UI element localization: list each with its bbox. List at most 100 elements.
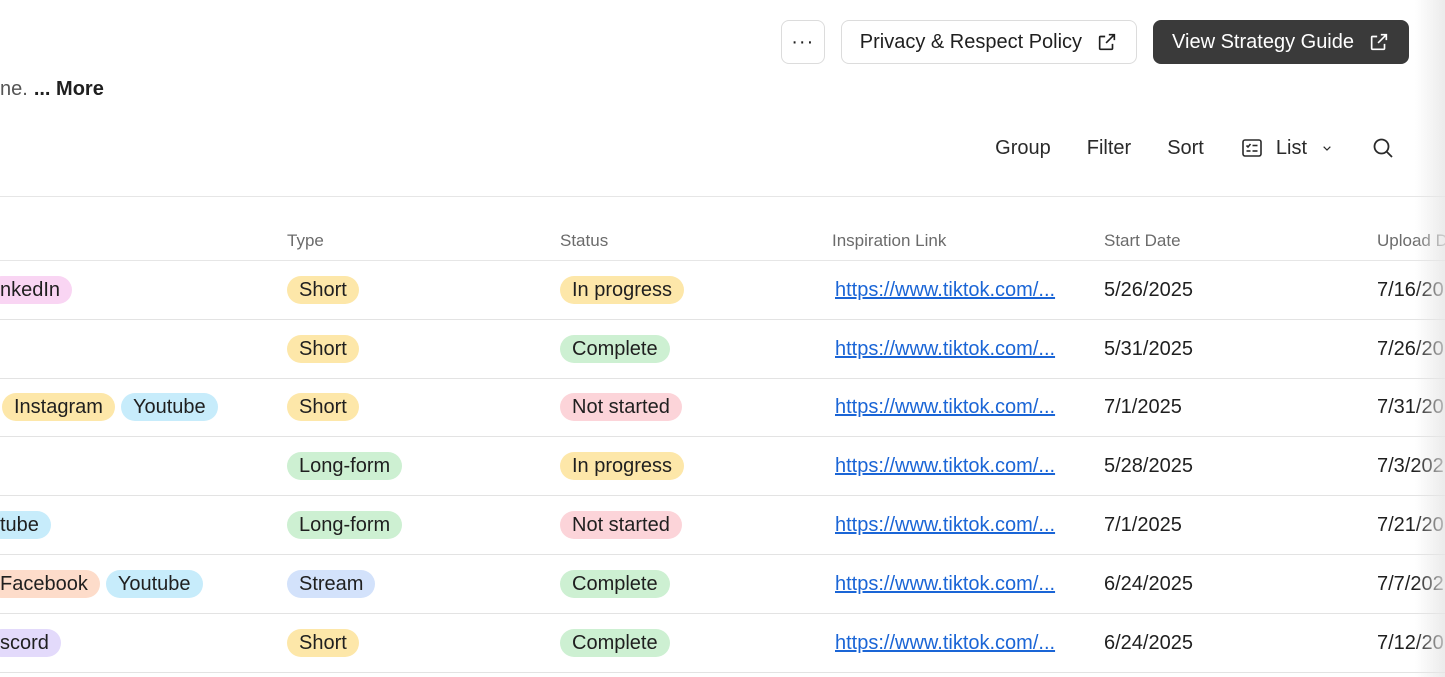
status-cell[interactable]: Complete	[560, 320, 676, 378]
type-tag: Short	[287, 629, 359, 657]
inspiration-link[interactable]: https://www.tiktok.com/...	[835, 573, 1067, 596]
start-date-cell[interactable]: 7/1/2025	[1104, 496, 1182, 554]
group-button[interactable]: Group	[995, 137, 1051, 160]
platforms-cell[interactable]: scord	[0, 614, 67, 672]
status-cell[interactable]: Not started	[560, 496, 688, 554]
column-header-upload-date[interactable]: Upload D	[1377, 231, 1445, 251]
upload-date-cell[interactable]: 7/16/20	[1377, 261, 1444, 319]
inspiration-link-cell: https://www.tiktok.com/...	[835, 320, 1067, 378]
status-badge: Not started	[560, 393, 682, 421]
type-cell[interactable]: Long-form	[287, 437, 408, 495]
platform-tag: Youtube	[120, 393, 218, 421]
type-cell[interactable]: Long-form	[287, 496, 408, 554]
table-header: Type Status Inspiration Link Start Date …	[0, 228, 1445, 261]
type-cell[interactable]: Short	[287, 261, 365, 319]
type-tag: Long-form	[287, 511, 403, 539]
type-tag: Short	[287, 393, 359, 421]
chevron-down-icon	[1323, 146, 1331, 151]
table-row[interactable]: tube Long-form Not started https://www.tikt…	[0, 496, 1445, 555]
list-view-icon	[1242, 139, 1262, 157]
table-row[interactable]: scord Short Complete https://www.tiktok.com…	[0, 614, 1445, 673]
platform-tag: scord	[0, 629, 61, 657]
column-header-start-date[interactable]: Start Date	[1104, 231, 1181, 251]
view-switcher[interactable]: List	[1240, 136, 1335, 160]
platforms-cell[interactable]: nkedIn	[0, 261, 78, 319]
upload-date-cell[interactable]: 7/31/20	[1377, 378, 1444, 436]
platform-tag: Instagram	[2, 393, 115, 421]
status-cell[interactable]: In progress	[560, 261, 690, 319]
upload-date-cell[interactable]: 7/12/20	[1377, 614, 1444, 672]
table-row[interactable]: Long-form In progress https://www.tiktok.c…	[0, 437, 1445, 496]
start-date-cell[interactable]: 5/31/2025	[1104, 320, 1193, 378]
type-tag: Short	[287, 276, 359, 304]
upload-date-cell[interactable]: 7/7/202	[1377, 555, 1444, 613]
privacy-policy-button[interactable]: Privacy & Respect Policy	[840, 20, 1138, 64]
inspiration-link[interactable]: https://www.tiktok.com/...	[835, 632, 1067, 655]
search-icon	[1373, 138, 1393, 158]
start-date-cell[interactable]: 7/1/2025	[1104, 378, 1182, 436]
header-divider	[0, 196, 1445, 197]
type-cell[interactable]: Short	[287, 320, 365, 378]
inspiration-link[interactable]: https://www.tiktok.com/...	[835, 396, 1067, 419]
table-row[interactable]: Facebook Youtube Stream Complete https://www…	[0, 555, 1445, 614]
external-link-icon	[1098, 33, 1116, 51]
status-badge: In progress	[560, 452, 685, 480]
more-options-button[interactable]: ···	[780, 20, 825, 64]
start-date-cell[interactable]: 5/28/2025	[1104, 437, 1193, 495]
platforms-cell[interactable]: tube	[0, 496, 57, 554]
inspiration-link-cell: https://www.tiktok.com/...	[835, 378, 1067, 436]
inspiration-link[interactable]: https://www.tiktok.com/...	[835, 455, 1067, 478]
filter-button[interactable]: Filter	[1087, 137, 1131, 160]
search-button[interactable]	[1371, 136, 1395, 160]
upload-date-cell[interactable]: 7/26/20	[1377, 320, 1444, 378]
type-tag: Long-form	[287, 452, 403, 480]
status-cell[interactable]: Complete	[560, 614, 676, 672]
inspiration-link[interactable]: https://www.tiktok.com/...	[835, 514, 1067, 537]
start-date-cell[interactable]: 6/24/2025	[1104, 614, 1193, 672]
status-cell[interactable]: In progress	[560, 437, 690, 495]
type-cell[interactable]: Short	[287, 614, 365, 672]
inspiration-link-cell: https://www.tiktok.com/...	[835, 614, 1067, 672]
inspiration-link[interactable]: https://www.tiktok.com/...	[835, 338, 1067, 361]
inspiration-link-cell: https://www.tiktok.com/...	[835, 261, 1067, 319]
table-row[interactable]: nkedIn Short In progress https://www.tiktok…	[0, 261, 1445, 320]
status-badge: In progress	[560, 276, 685, 304]
status-badge: Complete	[560, 335, 670, 363]
platform-tag: tube	[0, 511, 51, 539]
platform-tag: Youtube	[105, 570, 203, 598]
privacy-policy-label: Privacy & Respect Policy	[859, 30, 1083, 53]
inspiration-link-cell: https://www.tiktok.com/...	[835, 496, 1067, 554]
status-cell[interactable]: Complete	[560, 555, 676, 613]
platforms-cell[interactable]: Facebook Youtube	[0, 555, 209, 613]
platform-tag: Facebook	[0, 570, 100, 598]
upload-date-cell[interactable]: 7/21/20	[1377, 496, 1444, 554]
table-row[interactable]: Short Complete https://www.tiktok.com/... 5…	[0, 320, 1445, 379]
type-tag: Short	[287, 335, 359, 363]
status-cell[interactable]: Not started	[560, 378, 688, 436]
external-link-icon	[1370, 33, 1388, 51]
status-badge: Not started	[560, 511, 682, 539]
strategy-guide-label: View Strategy Guide	[1172, 30, 1354, 53]
column-header-type[interactable]: Type	[287, 231, 324, 251]
upload-date-cell[interactable]: 7/3/202	[1377, 437, 1444, 495]
type-cell[interactable]: Short	[287, 378, 365, 436]
column-header-inspiration-link[interactable]: Inspiration Link	[832, 231, 946, 251]
start-date-cell[interactable]: 5/26/2025	[1104, 261, 1193, 319]
platforms-cell[interactable]: Instagram Youtube	[2, 378, 224, 436]
inspiration-link[interactable]: https://www.tiktok.com/...	[835, 279, 1067, 302]
start-date-cell[interactable]: 6/24/2025	[1104, 555, 1193, 613]
platform-tag: nkedIn	[0, 276, 73, 304]
column-header-status[interactable]: Status	[560, 231, 608, 251]
view-switcher-label: List	[1275, 136, 1307, 159]
view-toolbar: Group Filter Sort List	[995, 136, 1395, 160]
type-tag: Stream	[287, 570, 376, 598]
table-row[interactable]: Instagram Youtube Short Not started https://…	[0, 378, 1445, 437]
description-text: ne.	[0, 78, 28, 100]
page-description: ne. ... More	[0, 78, 104, 101]
sort-button[interactable]: Sort	[1167, 137, 1204, 160]
type-cell[interactable]: Stream	[287, 555, 381, 613]
status-badge: Complete	[560, 570, 670, 598]
description-more-link[interactable]: ... More	[34, 78, 104, 100]
view-strategy-guide-button[interactable]: View Strategy Guide	[1153, 20, 1409, 64]
status-badge: Complete	[560, 629, 670, 657]
